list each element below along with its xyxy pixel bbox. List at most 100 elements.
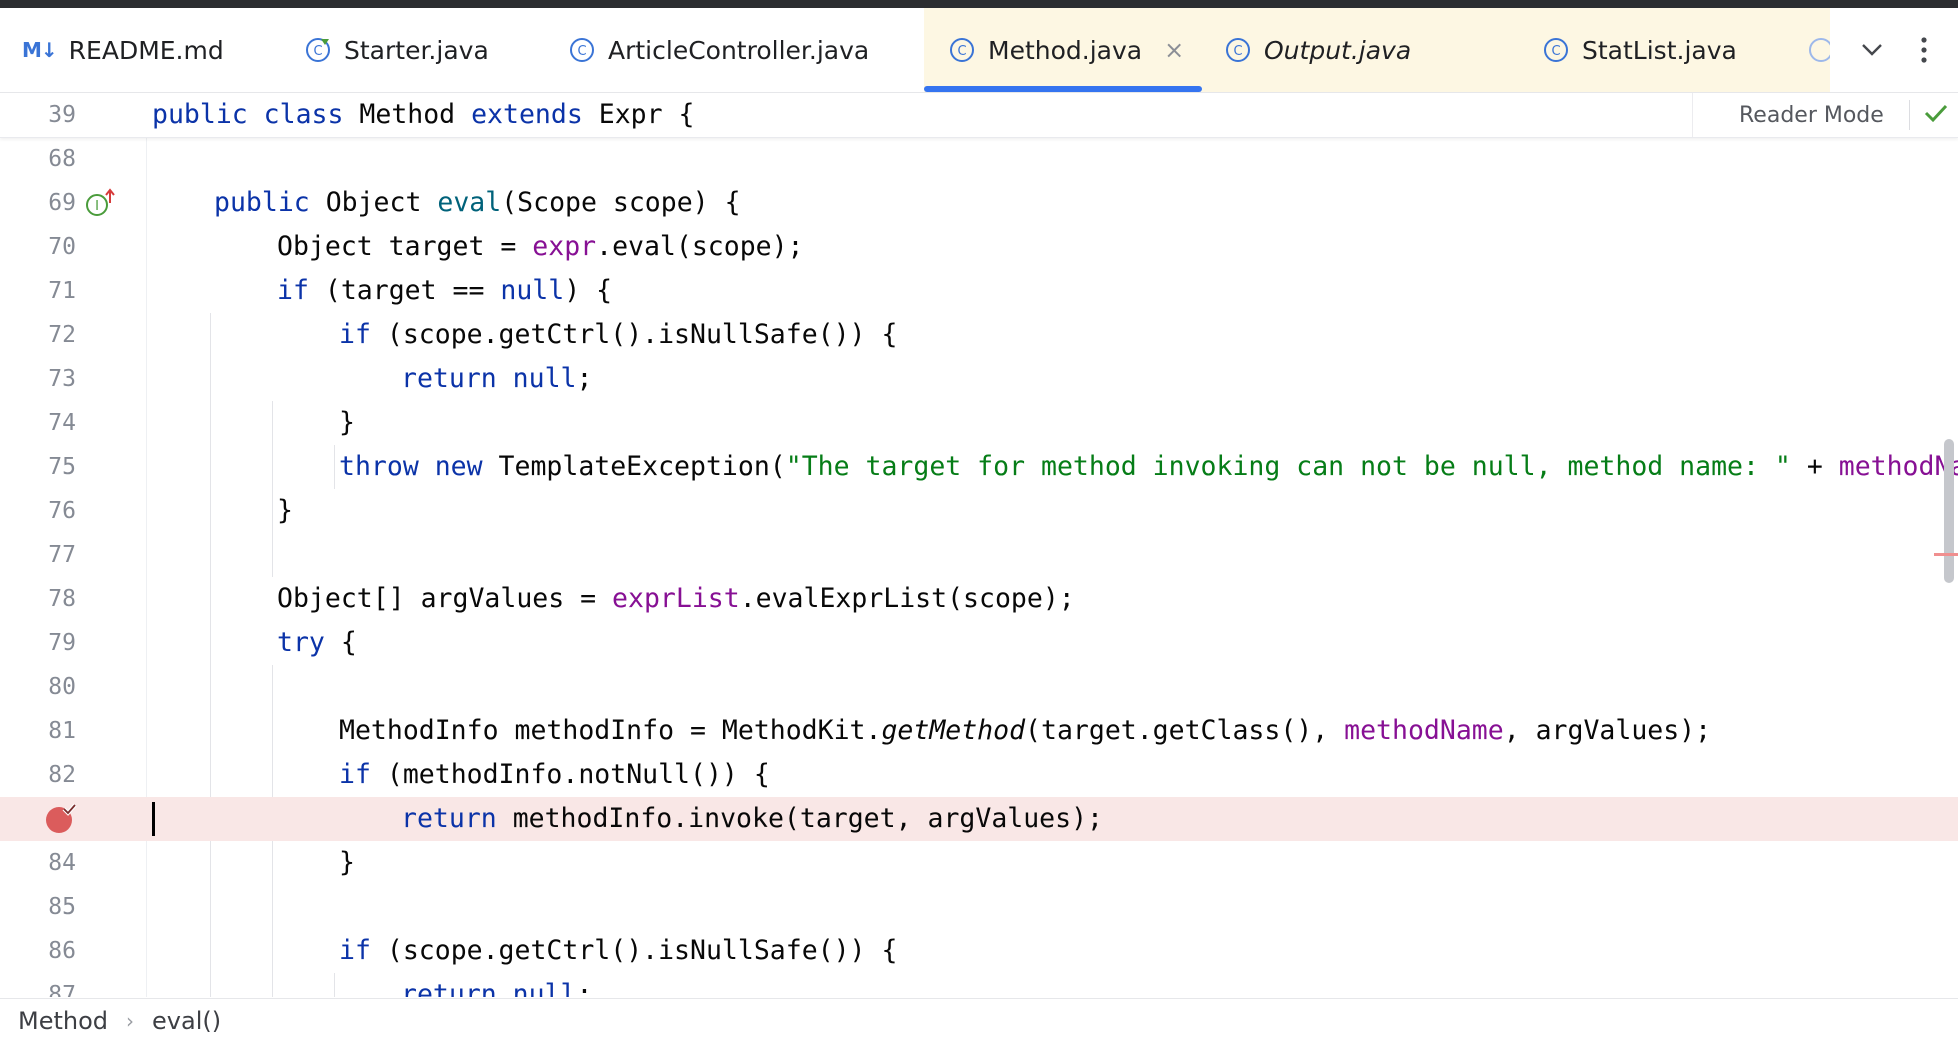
code-line: } [339,407,355,438]
implementing-method-gutter-icon[interactable]: I [84,187,116,223]
sticky-class-header[interactable]: 39 public class Method extends Expr { Re… [0,93,1958,138]
code-line: public Object eval(Scope scope) { [214,187,741,218]
tab-label: StatList.java [1582,35,1737,65]
tab-method[interactable]: C Method.java × [924,8,1202,92]
tab-article-controller[interactable]: C ArticleController.java [552,8,924,92]
svg-text:C: C [577,44,586,59]
code-editor[interactable]: 39 public class Method extends Expr { Re… [0,93,1958,997]
code-line-row[interactable]: 70 Object target = expr.eval(scope); [0,225,1958,269]
line-number: 81 [48,718,76,744]
line-number: 71 [48,278,76,304]
text-caret [152,802,155,836]
code-line-row[interactable]: 79 try { [0,621,1958,665]
code-line: if (methodInfo.notNull()) { [339,759,770,790]
code-line: if (scope.getCtrl().isNullSafe()) { [339,935,898,966]
code-line-row[interactable]: 77 [0,533,1958,577]
string-literal: "The target for method invoking can not … [785,451,1791,482]
line-number: 82 [48,762,76,788]
line-number: 79 [48,630,76,656]
code-line-row[interactable]: 78 Object[] argValues = exprList.evalExp… [0,577,1958,621]
java-class-icon: C [1542,36,1570,64]
line-number: 72 [48,322,76,348]
code-line: } [339,847,355,878]
tab-label: ArticleController.java [608,35,870,65]
code-line-row[interactable]: 76 } [0,489,1958,533]
code-line-row[interactable]: 68 [0,137,1958,181]
reader-mode-button[interactable]: Reader Mode [1693,103,1909,128]
java-class-icon: C [948,36,976,64]
tab-output[interactable]: C Output.java [1202,8,1520,92]
line-number: 68 [48,146,76,172]
code-line-row-breakpoint[interactable]: return methodInfo.invoke(target, argValu… [0,797,1958,841]
svg-text:C: C [1551,44,1560,59]
reader-mode-bar: Reader Mode [1692,93,1958,137]
divider [1909,100,1910,130]
markdown-icon: M↓ [22,38,58,62]
code-line: MethodInfo methodInfo = MethodKit.getMet… [339,715,1712,746]
breakpoint-icon[interactable] [44,803,78,839]
code-line: Object target = expr.eval(scope); [277,231,804,262]
line-number: 73 [48,366,76,392]
java-class-icon: C [568,36,596,64]
code-line: throw new TemplateException("The target … [339,451,1958,482]
svg-text:I: I [95,199,99,214]
java-class-icon-partial [1807,36,1830,64]
svg-text:C: C [313,44,322,59]
line-number: 76 [48,498,76,524]
code-line-row[interactable]: 73 return null; [0,357,1958,401]
tab-starter[interactable]: C Starter.java [290,8,552,92]
code-line-row[interactable]: 71 if (target == null) { [0,269,1958,313]
editor-tab-bar: M↓ README.md C Starter.java C ArticleCon… [0,8,1958,93]
svg-text:C: C [1233,44,1242,59]
code-line-row[interactable]: 85 [0,885,1958,929]
code-line: public class Method extends Expr { [152,99,695,130]
code-line: Object[] argValues = exprList.evalExprLi… [277,583,1075,614]
code-line: if (target == null) { [277,275,613,306]
code-line-row[interactable]: 72 if (scope.getCtrl().isNullSafe()) { [0,313,1958,357]
code-line-row[interactable]: 80 [0,665,1958,709]
tab-readme[interactable]: M↓ README.md [0,8,290,92]
line-number: 74 [48,410,76,436]
close-tab-icon[interactable]: × [1164,36,1184,64]
more-options-icon[interactable] [1898,8,1950,92]
code-line: if (scope.getCtrl().isNullSafe()) { [339,319,898,350]
error-stripe-marker[interactable] [1934,553,1958,556]
breadcrumb: Method › eval() [0,998,1958,1043]
code-line: return methodInfo.invoke(target, argValu… [401,803,1103,834]
tab-label: Starter.java [344,35,489,65]
tab-label: README.md [68,35,224,65]
breadcrumb-item-method[interactable]: eval() [152,1007,221,1035]
code-line-row[interactable]: 74 } [0,401,1958,445]
tab-label: Method.java [988,35,1143,65]
line-number: 78 [48,586,76,612]
tab-list-dropdown-chevron-icon[interactable] [1846,8,1898,92]
java-class-icon: C [1224,36,1252,64]
vertical-scrollbar-thumb[interactable] [1944,439,1954,583]
line-number: 87 [48,982,76,997]
code-line-row[interactable]: 75 throw new TemplateException("The targ… [0,445,1958,489]
code-line-row[interactable]: 81 MethodInfo methodInfo = MethodKit.get… [0,709,1958,753]
line-number: 85 [48,894,76,920]
line-number: 75 [48,454,76,480]
code-line-row[interactable]: 84 } [0,841,1958,885]
code-line: return null; [401,363,593,394]
breadcrumb-item-class[interactable]: Method [0,1007,108,1035]
code-line: return null; [401,979,593,997]
svg-text:C: C [957,44,966,59]
code-line-row[interactable]: 87 return null; [0,973,1958,997]
code-line-row[interactable]: 86 if (scope.getCtrl().isNullSafe()) { [0,929,1958,973]
tab-statlist[interactable]: C StatList.java [1520,8,1830,92]
line-number: 80 [48,674,76,700]
code-line: try { [277,627,357,658]
window-top-strip [0,0,1958,8]
inspection-ok-check-icon[interactable] [1924,103,1948,127]
tab-label: Output.java [1264,35,1412,65]
code-line-row[interactable]: 82 if (methodInfo.notNull()) { [0,753,1958,797]
line-number: 84 [48,850,76,876]
code-line-row[interactable]: 69 I public Object eval(Scope scope) { [0,181,1958,225]
breadcrumb-separator-icon: › [126,1009,135,1033]
line-number: 69 [48,190,76,216]
line-number: 77 [48,542,76,568]
code-line: } [277,495,293,526]
line-number: 39 [48,102,76,128]
